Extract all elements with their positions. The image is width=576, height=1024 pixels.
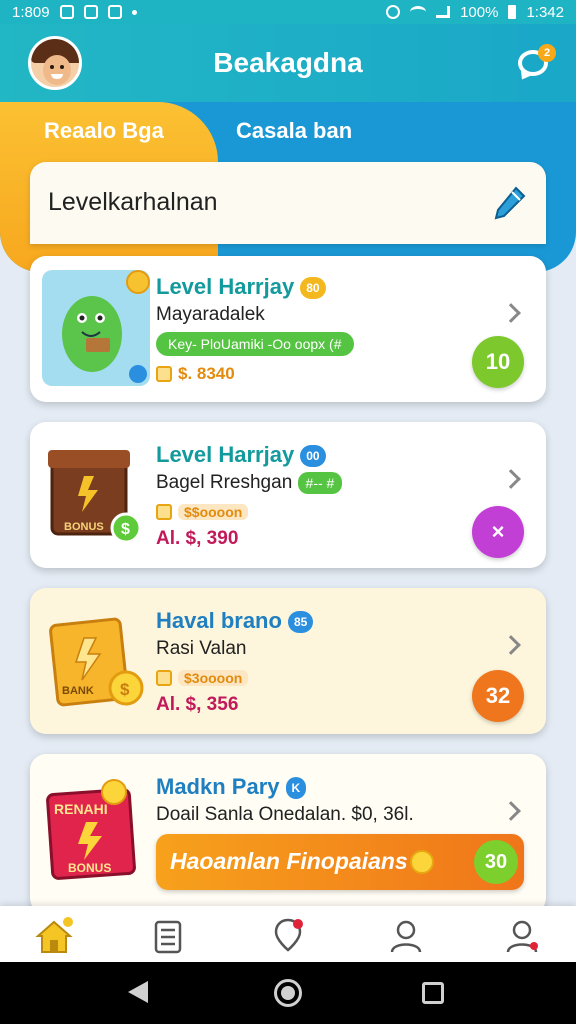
list-item[interactable]: RENAHI BONUS Madkn Pary K Doail Sanla One… [30,754,546,914]
card-subtitle: Bagel Rreshgan #-- # [156,472,343,494]
avatar-face [43,55,71,85]
app-header: Beakagdna 2 [0,24,576,102]
cta-value: 30 [474,840,518,884]
bonus-box-thumbnail: RENAHI BONUS [46,779,136,880]
coin-icon [410,850,434,874]
avatar-eye [60,65,64,69]
svg-text:BANK: BANK [62,685,94,697]
avatar-eye [50,65,54,69]
monster-thumbnail [42,270,150,386]
bonus-box-thumbnail: BONUS $ [48,450,142,544]
list-item[interactable]: BANK $ Haval brano 85 Rasi Valan $3oooon … [30,588,546,734]
battery-icon [508,5,517,19]
svg-text:$: $ [120,680,130,699]
bottom-nav [0,906,576,962]
pin-icon[interactable] [268,916,308,956]
battery-level: 100% [460,3,499,21]
tab-reaalo[interactable]: Reaalo Bga [44,118,164,144]
avatar[interactable] [28,36,82,90]
notification-badge: 2 [538,44,556,62]
home-button-icon[interactable] [274,979,302,1007]
alarm-icon [386,5,401,19]
chevron-right-icon[interactable] [501,801,521,821]
title-chip: K [285,777,307,800]
wifi-icon [410,6,427,18]
card-title-text: Madkn Pary [156,774,280,799]
document-icon[interactable] [148,916,188,956]
bank-thumbnail: BANK $ [49,617,144,707]
back-icon[interactable] [128,981,148,1003]
card-price: Al. $, 356 [156,694,239,715]
card-subtitle: Mayaradalek [156,304,265,325]
app-title: Beakagdna [213,47,363,78]
action-badge[interactable]: 32 [472,670,524,722]
title-chip: 80 [300,277,326,300]
card-title: Level Harrjay 80 [156,274,326,300]
section-title: Levelkarhalnan [48,188,218,216]
recent-apps-icon[interactable] [422,982,444,1004]
title-chip: 85 [287,611,314,634]
price-badge: $3oooon [178,670,249,686]
title-chip: 00 [300,445,326,468]
action-badge[interactable]: × [472,506,524,558]
status-bar: 1:809 100% 1:342 [0,0,576,24]
dot-icon [131,9,137,15]
price-row: $3oooon [156,670,249,686]
card-title: Madkn Pary K [156,774,307,800]
card-title-text: Level Harrjay [156,442,295,467]
svg-text:RENAHI: RENAHI [54,801,108,817]
notification-icon [83,5,98,19]
card-subtitle: Rasi Valan [156,638,247,659]
system-nav-bar [0,962,576,1024]
price-row: $$oooon [156,504,249,520]
card-price: $. 8340 [178,364,235,383]
card-subtitle-text: Bagel Rreshgan [156,472,293,494]
card-title-text: Level Harrjay [156,274,295,299]
price-icon [156,366,172,382]
price-row: $. 8340 [156,364,235,384]
cta-button[interactable]: Haoamlan Finopaians 30 [156,834,524,890]
tab-casala[interactable]: Casala ban [236,118,352,144]
gift-icon [156,670,172,686]
list-item[interactable]: Level Harrjay 80 Mayaradalek Key- PloUami… [30,256,546,402]
card-title: Haval brano 85 [156,608,314,634]
svg-text:BONUS: BONUS [68,861,111,875]
chevron-right-icon[interactable] [501,635,521,655]
gallery-icon [59,5,74,19]
list-item[interactable]: BONUS $ Level Harrjay 00 Bagel Rreshgan #… [30,422,546,568]
chevron-right-icon[interactable] [501,469,521,489]
profile-icon[interactable] [386,916,426,956]
svg-text:$: $ [121,521,130,538]
card-title: Level Harrjay 00 [156,442,326,468]
gift-icon [156,504,172,520]
action-badge[interactable]: 10 [472,336,524,388]
card-price: Al. $, 390 [156,528,239,549]
pen-icon[interactable] [490,184,528,222]
app-icon [107,5,122,19]
home-icon[interactable] [34,916,74,956]
subtitle-tag: #-- # [297,472,343,494]
chat-button[interactable]: 2 [514,44,556,84]
price-badge: $$oooon [178,504,249,520]
card-subtitle: Doail Sanla Onedalan. $0, 36l. [156,804,414,825]
cta-label: Haoamlan Finopaians [170,848,408,874]
svg-text:BONUS: BONUS [64,521,104,533]
account-icon[interactable] [502,916,542,956]
status-time-right: 1:342 [526,3,564,21]
section-header: Levelkarhalnan [30,162,546,244]
signal-icon [436,6,451,18]
status-time-left: 1:809 [12,3,50,21]
chevron-right-icon[interactable] [501,303,521,323]
card-title-text: Haval brano [156,608,282,633]
card-tag: Key- PloUamiki -Oo oopx (# [156,332,354,356]
